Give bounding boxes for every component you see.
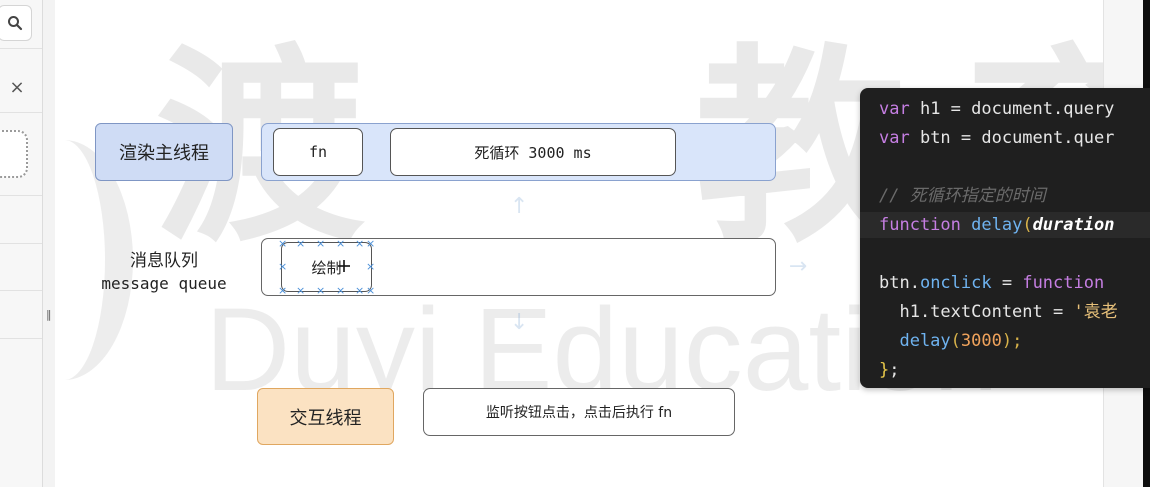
message-queue-label[interactable]: 消息队列 message queue [88, 249, 240, 297]
search-icon [8, 16, 23, 31]
toolbar-divider [0, 112, 42, 113]
toolbar-divider [0, 290, 42, 291]
code-keyword: var [879, 99, 910, 119]
selection-handle[interactable]: × [316, 285, 325, 296]
code-paren: ( [1022, 215, 1033, 235]
code-function-name: delay [960, 215, 1023, 235]
left-toolbar: × [0, 0, 43, 487]
code-text: ; [889, 360, 900, 380]
code-line-6: h1.textContent = '袁老 [879, 300, 1150, 324]
code-line-5: btn.onclick = function [879, 271, 1150, 295]
selection-handle[interactable]: × [278, 238, 287, 249]
selection-handle[interactable]: × [336, 285, 345, 296]
arrow-down-icon: ↓ [510, 310, 529, 335]
selection-handle[interactable]: × [355, 238, 364, 249]
code-text: h1.textContent = [879, 302, 1074, 322]
search-button[interactable] [0, 5, 32, 41]
code-text: h1 = document.query [909, 99, 1115, 119]
arrow-up-icon: ↑ [510, 194, 529, 219]
selection-handle[interactable]: × [278, 261, 287, 272]
selection-handle[interactable]: × [366, 238, 375, 249]
code-line-4: function delay(duration [879, 213, 1150, 237]
code-keyword: var [879, 128, 910, 148]
selection-handle[interactable]: × [296, 238, 305, 249]
shape-tool-preview[interactable] [0, 130, 28, 178]
selection-handle[interactable]: × [316, 238, 325, 249]
code-line-7: delay(3000); [879, 329, 1150, 353]
move-cursor-icon [338, 259, 350, 273]
close-icon[interactable]: × [8, 76, 26, 100]
code-property: onclick [919, 273, 992, 293]
interaction-thread-description[interactable]: 监听按钮点击，点击后执行 fn [423, 388, 735, 436]
toolbar-divider [0, 48, 42, 49]
selection-handle[interactable]: × [278, 285, 287, 296]
main-thread-label[interactable]: 渲染主线程 [95, 123, 233, 181]
selection-handle[interactable]: × [366, 261, 375, 272]
message-queue-label-en: message queue [101, 274, 227, 293]
interaction-thread-label[interactable]: 交互线程 [257, 388, 394, 445]
code-string: '袁老 [1073, 302, 1118, 322]
paint-task-label: 绘制 [311, 258, 342, 277]
code-function-call: delay [879, 331, 951, 351]
code-brace: } [879, 360, 890, 380]
code-text: btn. [879, 273, 920, 293]
code-keyword: function [879, 215, 961, 235]
toolbar-divider [0, 243, 42, 244]
selection-handle[interactable]: × [366, 285, 375, 296]
code-paren: ); [1001, 331, 1023, 351]
code-line-2: var btn = document.quer [879, 126, 1150, 150]
selection-handle[interactable]: × [355, 285, 364, 296]
code-line-8: }; [879, 358, 1150, 382]
toolbar-divider [0, 338, 42, 339]
code-editor-panel[interactable]: var h1 = document.query var btn = docume… [860, 88, 1150, 388]
code-text: btn = document.quer [909, 128, 1115, 148]
arrow-right-icon: → [788, 254, 808, 279]
code-paren: ( [950, 331, 961, 351]
main-thread-fn-task[interactable]: fn [273, 128, 363, 176]
code-line-1: var h1 = document.query [879, 97, 1150, 121]
code-comment: // 死循环指定的时间 [879, 186, 1046, 206]
code-keyword: function [1022, 273, 1105, 293]
code-text: = [991, 273, 1023, 293]
main-thread-dead-loop-task[interactable]: 死循环 3000 ms [390, 128, 676, 176]
selection-handle[interactable]: × [336, 238, 345, 249]
panel-resize-handle[interactable]: ‖ [46, 308, 52, 322]
message-queue-label-cn: 消息队列 [130, 251, 198, 271]
code-param: duration [1032, 215, 1115, 235]
selection-handle[interactable]: × [296, 285, 305, 296]
toolbar-divider [0, 195, 42, 196]
code-number: 3000 [960, 331, 1002, 351]
